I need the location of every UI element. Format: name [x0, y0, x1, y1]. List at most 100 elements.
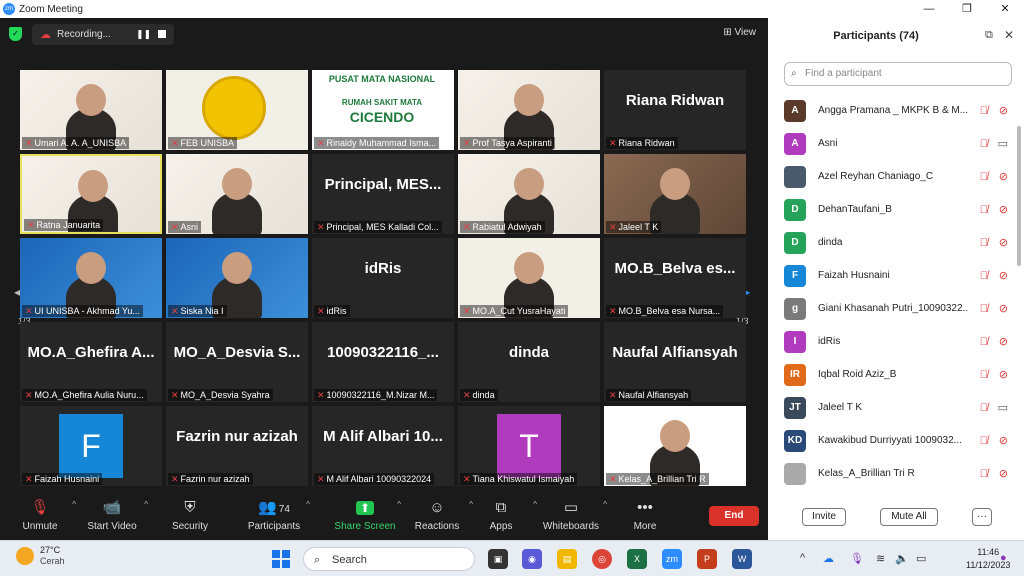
- participant-tile[interactable]: ✕ Rabiatul Adwiyah: [458, 154, 600, 234]
- participant-name-text: Rabiatul Adwiyah: [472, 222, 542, 232]
- participant-list-item[interactable]: D DehanTaufani_B 🎙̸ ⊘: [784, 193, 1010, 226]
- mute-all-button[interactable]: Mute All: [880, 508, 938, 526]
- view-button[interactable]: ⊞ View: [723, 27, 756, 38]
- view-label: View: [734, 27, 757, 38]
- participant-tile[interactable]: ✕ MO.A_Cut YusraHayati: [458, 238, 600, 318]
- participant-list-item[interactable]: Kelas_A_Brillian Tri R 🎙̸ ⊘: [784, 457, 1010, 490]
- participant-tile[interactable]: ✕ Umari A. A. A_UNISBA: [20, 70, 162, 150]
- volume-muted-icon[interactable]: 🔈: [895, 552, 909, 565]
- participant-name: DehanTaufani_B: [818, 204, 892, 215]
- unmute-button[interactable]: 🎙 Unmute ^: [0, 488, 80, 540]
- participant-tile[interactable]: M Alif Albari 10... ✕ M Alif Albari 100903…: [312, 406, 454, 486]
- participant-list-item[interactable]: IidRis 🎙̸ ⊘: [784, 325, 1010, 358]
- task-view-icon[interactable]: ▣: [488, 549, 508, 569]
- participants-button[interactable]: 👥 74 Participants ^: [234, 488, 314, 540]
- participant-name-text: Jaleel T K: [618, 222, 659, 232]
- chevron-up-icon[interactable]: ^: [144, 500, 148, 509]
- tray-chevron-icon[interactable]: ^: [800, 552, 805, 564]
- pause-recording-icon[interactable]: ❚❚: [136, 29, 151, 40]
- participant-tile[interactable]: MO.B_Belva es... ✕ MO.B_Belva esa Nursa...: [604, 238, 746, 318]
- wifi-icon[interactable]: ≋: [876, 552, 885, 565]
- minimize-button[interactable]: —: [910, 0, 948, 18]
- participant-name: idRis: [818, 336, 841, 347]
- file-explorer-icon[interactable]: ▤: [557, 549, 577, 569]
- participant-list-item[interactable]: Ddinda 🎙̸ ⊘: [784, 226, 1010, 259]
- participant-name-text: UI UNISBA - Akhmad Yu...: [34, 306, 140, 316]
- participant-name-text: MO_A_Desvia Syahra: [180, 390, 270, 400]
- participant-name-label: ✕ Rinaldy Muhammad Isma...: [314, 137, 440, 149]
- apps-button[interactable]: ⧉ Apps ^: [461, 488, 541, 540]
- zoom-taskbar-icon[interactable]: zm: [662, 549, 682, 569]
- weather-widget[interactable]: 27°C Cerah: [16, 545, 65, 567]
- participant-tile[interactable]: idRis ✕ idRis: [312, 238, 454, 318]
- muted-mic-icon: 🎙̸: [979, 269, 988, 282]
- weather-temp: 27°C: [40, 545, 61, 555]
- camera-off-icon: ⊘: [998, 336, 1008, 348]
- participant-tile[interactable]: MO_A_Desvia S... ✕ MO_A_Desvia Syahra: [166, 322, 308, 402]
- participant-tile[interactable]: Naufal Alfiansyah ✕ Naufal Alfiansyah: [604, 322, 746, 402]
- participant-tile[interactable]: dinda ✕ dinda: [458, 322, 600, 402]
- powerpoint-icon[interactable]: P: [697, 549, 717, 569]
- participant-tile[interactable]: 10090322116_... ✕ 10090322116_M.Nizar M...: [312, 322, 454, 402]
- battery-icon[interactable]: ▭: [916, 552, 926, 565]
- muted-mic-icon: ✕: [25, 138, 33, 148]
- participant-name-label: ✕ Jaleel T K: [606, 221, 662, 233]
- participant-tile[interactable]: ✕ Jaleel T K: [604, 154, 746, 234]
- participant-name-text: Siska Nia I: [180, 306, 224, 316]
- participant-tile[interactable]: ✕ Prof Tasya Aspiranti: [458, 70, 600, 150]
- participant-display-name: 10090322116_...: [327, 344, 439, 361]
- security-button[interactable]: ⛨ Security: [150, 488, 230, 540]
- participant-list-item[interactable]: JT Jaleel T K 🎙̸ ▭: [784, 391, 1010, 424]
- onedrive-icon[interactable]: ☁: [823, 552, 834, 565]
- participant-list-item[interactable]: g Giani Khasanah Putri_10090322... 🎙̸ ⊘: [784, 292, 1010, 325]
- participant-tile[interactable]: MO.A_Ghefira A... ✕ MO.A_Ghefira Aulia Nur…: [20, 322, 162, 402]
- participant-list-item[interactable]: F Faizah Husnaini 🎙̸ ⊘: [784, 259, 1010, 292]
- participant-list-item[interactable]: A Asni 🎙̸ ▭: [784, 127, 1010, 160]
- participant-tile[interactable]: Principal, MES... ✕ Principal, MES Kalladi…: [312, 154, 454, 234]
- participant-tile[interactable]: ✕ Ratna Januarita: [20, 154, 162, 234]
- maximize-button[interactable]: ❐: [948, 0, 986, 18]
- teams-chat-icon[interactable]: ◉: [522, 549, 542, 569]
- security-shield-icon[interactable]: ✓: [9, 27, 22, 41]
- participant-tile[interactable]: ✕ UI UNISBA - Akhmad Yu...: [20, 238, 162, 318]
- notification-icon[interactable]: ●: [1000, 552, 1007, 564]
- participant-list-item[interactable]: A Angga Pramana _ MKPK B & M... 🎙̸ ⊘: [784, 94, 1010, 127]
- participant-tile[interactable]: PUSAT MATA NASIONAL RUMAH SAKIT MATA CICEN…: [312, 70, 454, 150]
- microphone-tray-icon[interactable]: 🎙: [850, 552, 864, 565]
- excel-icon[interactable]: X: [627, 549, 647, 569]
- share-screen-button[interactable]: ⬆ Share Screen ^: [325, 488, 405, 540]
- panel-more-button[interactable]: ···: [972, 508, 992, 526]
- participant-name-label: ✕ Ratna Januarita: [24, 219, 104, 231]
- participant-tile[interactable]: ✕ Asni: [166, 154, 308, 234]
- participant-tile[interactable]: ✕ Siska Nia I: [166, 238, 308, 318]
- participant-tile[interactable]: T ✕ Tiana Khiswatul Ismaiyah: [458, 406, 600, 486]
- participant-tile[interactable]: ✕ Kelas_A_Brillian Tri R: [604, 406, 746, 486]
- chrome-icon[interactable]: ◎: [592, 549, 612, 569]
- video-off-icon: 📹: [102, 499, 122, 516]
- participant-tile[interactable]: Fazrin nur azizah ✕ Fazrin nur azizah: [166, 406, 308, 486]
- close-button[interactable]: ✕: [986, 0, 1024, 18]
- stop-recording-icon[interactable]: [158, 30, 166, 38]
- participant-list-item[interactable]: Azel Reyhan Chaniago_C 🎙̸ ⊘: [784, 160, 1010, 193]
- participant-list-scrollbar[interactable]: [1017, 126, 1021, 266]
- more-button[interactable]: ••• More: [605, 488, 685, 540]
- close-panel-icon[interactable]: ✕: [1004, 28, 1014, 42]
- participant-list-item[interactable]: KD Kawakibud Durriyyati 1009032... 🎙̸ ⊘: [784, 424, 1010, 457]
- participant-tile[interactable]: F ✕ Faizah Husnaini: [20, 406, 162, 486]
- participant-tile[interactable]: ✕ FEB UNISBA: [166, 70, 308, 150]
- chevron-up-icon[interactable]: ^: [306, 500, 310, 509]
- people-icon: 👥: [258, 499, 277, 516]
- invite-button[interactable]: Invite: [802, 508, 846, 526]
- taskbar-search-input[interactable]: ⌕ Search: [303, 547, 475, 571]
- participant-name-label: ✕ Siska Nia I: [168, 305, 227, 317]
- start-video-button[interactable]: 📹 Start Video ^: [72, 488, 152, 540]
- windows-start-icon[interactable]: [272, 550, 290, 568]
- word-icon[interactable]: W: [732, 549, 752, 569]
- participant-tile[interactable]: Riana Ridwan ✕ Riana Ridwan: [604, 70, 746, 150]
- participant-search-input[interactable]: ⌕ Find a participant: [784, 62, 1012, 86]
- whiteboards-button[interactable]: ▭ Whiteboards ^: [531, 488, 611, 540]
- participant-list-item[interactable]: IR Iqbal Roid Aziz_B 🎙̸ ⊘: [784, 358, 1010, 391]
- participant-name-label: ✕ UI UNISBA - Akhmad Yu...: [22, 305, 143, 317]
- end-meeting-button[interactable]: End: [709, 506, 759, 526]
- popout-icon[interactable]: ⧉: [985, 29, 993, 42]
